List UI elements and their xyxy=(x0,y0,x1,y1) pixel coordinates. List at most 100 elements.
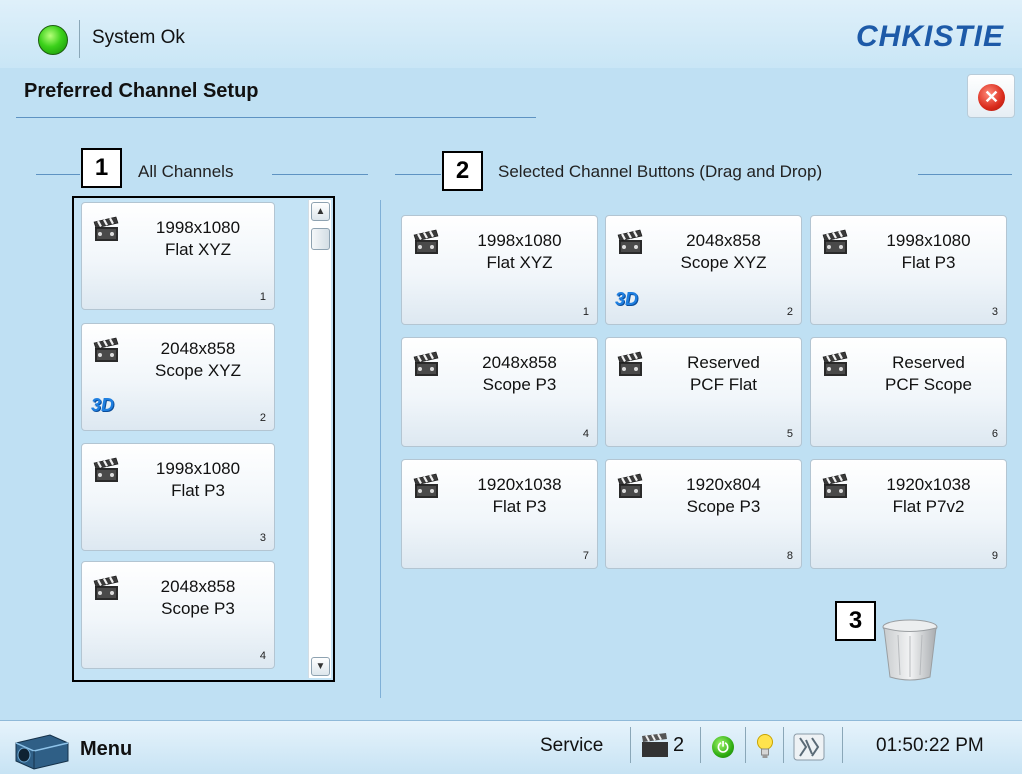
bottom-bar: Menu Service 2 ⏻ 01:50:22 PM xyxy=(0,720,1022,774)
status-text[interactable]: System Ok xyxy=(92,27,185,49)
lightbulb-icon[interactable] xyxy=(755,733,775,761)
channel-resolution: Reserved xyxy=(687,353,760,372)
section-line xyxy=(272,174,368,175)
channel-title: 1998x1080 Flat XYZ xyxy=(128,217,268,261)
selected-channel-button[interactable]: 2048x858 Scope XYZ 3D 2 xyxy=(605,215,802,325)
film-clapper-icon xyxy=(617,473,643,498)
scroll-thumb[interactable] xyxy=(311,228,330,250)
channel-resolution: 2048x858 xyxy=(686,231,761,250)
callout-2: 2 xyxy=(442,151,483,191)
selected-channel-button[interactable]: 2048x858 Scope P3 4 xyxy=(401,337,598,447)
trash-icon[interactable] xyxy=(878,617,942,683)
menu-label: Menu xyxy=(80,738,133,760)
channel-format: Flat P3 xyxy=(492,497,547,516)
channel-list-item[interactable]: 2048x858 Scope XYZ 3D 2 xyxy=(81,323,275,431)
title-underline xyxy=(16,117,536,118)
channel-number: 4 xyxy=(582,428,589,440)
channel-list-item[interactable]: 2048x858 Scope P3 4 xyxy=(81,561,275,669)
interlock-icon[interactable] xyxy=(790,730,828,764)
channel-resolution: 2048x858 xyxy=(160,577,236,596)
channel-resolution: 1920x1038 xyxy=(886,475,971,494)
status-led-icon[interactable] xyxy=(38,25,68,55)
scrollbar[interactable]: ▲ ▼ xyxy=(308,200,331,678)
channel-list-item[interactable]: 1998x1080 Flat P3 3 xyxy=(81,443,275,551)
film-clapper-icon xyxy=(93,216,119,241)
channel-number: 8 xyxy=(786,550,793,562)
channel-format: Scope XYZ xyxy=(680,253,767,272)
channel-number: 3 xyxy=(991,306,998,318)
channel-number: 1 xyxy=(582,306,589,318)
service-label[interactable]: Service xyxy=(540,735,603,757)
channel-list-viewport: 1998x1080 Flat XYZ 1 2048x858 Scope XYZ 3D 2 19… xyxy=(74,198,306,680)
bottom-divider xyxy=(783,727,784,763)
channel-title: 1998x1080 Flat P3 xyxy=(857,230,1000,274)
section-heading-all-channels: All Channels xyxy=(138,162,234,181)
channel-number: 2 xyxy=(259,412,266,424)
bottom-divider xyxy=(630,727,631,763)
selected-channel-button[interactable]: 1920x1038 Flat P3 7 xyxy=(401,459,598,569)
channel-resolution: 1998x1080 xyxy=(155,218,241,237)
channel-number: 1 xyxy=(259,291,266,303)
scroll-down-button[interactable]: ▼ xyxy=(311,657,330,676)
channel-title: 1998x1080 Flat P3 xyxy=(128,458,268,502)
channel-number: 7 xyxy=(582,550,589,562)
clapper-icon xyxy=(642,733,668,757)
clock: 01:50:22 PM xyxy=(876,735,984,756)
channel-resolution: 1920x804 xyxy=(686,475,761,494)
film-clapper-icon xyxy=(822,351,848,376)
channel-number: 3 xyxy=(259,532,266,544)
film-clapper-icon xyxy=(413,351,439,376)
channel-title: 2048x858 Scope XYZ xyxy=(128,338,268,382)
channel-format: Scope P3 xyxy=(161,599,235,618)
channel-resolution: 1998x1080 xyxy=(886,231,971,250)
channel-resolution: Reserved xyxy=(892,353,965,372)
channel-format: Flat P3 xyxy=(171,481,225,500)
selected-channel-button[interactable]: 1998x1080 Flat P3 3 xyxy=(810,215,1007,325)
selected-channel-button[interactable]: 1920x804 Scope P3 8 xyxy=(605,459,802,569)
section-line xyxy=(918,174,1012,175)
channel-title: 1920x1038 Flat P3 xyxy=(448,474,591,518)
channel-number: 2 xyxy=(786,306,793,318)
channel-resolution: 2048x858 xyxy=(482,353,557,372)
channel-format: Scope P3 xyxy=(686,497,761,516)
channel-format: Flat XYZ xyxy=(486,253,553,272)
channel-resolution: 1920x1038 xyxy=(477,475,562,494)
selected-channel-button[interactable]: 1920x1038 Flat P7v2 9 xyxy=(810,459,1007,569)
channel-resolution: 2048x858 xyxy=(160,339,236,358)
channel-title: 1998x1080 Flat XYZ xyxy=(448,230,591,274)
channel-format: Flat P3 xyxy=(901,253,956,272)
close-button[interactable]: ✕ xyxy=(967,74,1015,118)
channel-list-item[interactable]: 1998x1080 Flat XYZ 1 xyxy=(81,202,275,310)
top-status-bar: System Ok CHKISTIE xyxy=(0,0,1022,68)
power-icon[interactable]: ⏻ xyxy=(712,736,734,758)
all-channels-list[interactable]: 1998x1080 Flat XYZ 1 2048x858 Scope XYZ 3D 2 19… xyxy=(72,196,335,682)
3d-badge-icon: 3D xyxy=(91,395,115,415)
film-clapper-icon xyxy=(93,337,119,362)
channel-title: 2048x858 Scope XYZ xyxy=(652,230,795,274)
channel-format: PCF Flat xyxy=(689,375,758,394)
film-clapper-icon xyxy=(822,229,848,254)
channel-title: Reserved PCF Scope xyxy=(857,352,1000,396)
selected-channel-button[interactable]: 1998x1080 Flat XYZ 1 xyxy=(401,215,598,325)
3d-badge-icon: 3D xyxy=(615,289,639,309)
channel-title: 1920x1038 Flat P7v2 xyxy=(857,474,1000,518)
channel-title: 1920x804 Scope P3 xyxy=(652,474,795,518)
film-clapper-icon xyxy=(93,575,119,600)
title-row: Preferred Channel Setup ✕ xyxy=(0,68,1022,120)
selected-channel-button[interactable]: Reserved PCF Scope 6 xyxy=(810,337,1007,447)
channel-indicator[interactable]: 2 xyxy=(673,734,684,757)
page-title: Preferred Channel Setup xyxy=(24,80,259,102)
section-heading-selected-buttons: Selected Channel Buttons (Drag and Drop) xyxy=(498,162,823,181)
channel-title: Reserved PCF Flat xyxy=(652,352,795,396)
selected-channel-button[interactable]: Reserved PCF Flat 5 xyxy=(605,337,802,447)
menu-button[interactable]: Menu xyxy=(10,729,160,770)
channel-title: 2048x858 Scope P3 xyxy=(128,576,268,620)
film-clapper-icon xyxy=(413,229,439,254)
film-clapper-icon xyxy=(93,457,119,482)
christie-logo: CHKISTIE xyxy=(855,20,1004,53)
channel-resolution: 1998x1080 xyxy=(477,231,562,250)
channel-number: 4 xyxy=(259,650,266,662)
channel-format: Flat XYZ xyxy=(164,240,232,259)
channel-resolution: 1998x1080 xyxy=(155,459,241,478)
scroll-up-button[interactable]: ▲ xyxy=(311,202,330,221)
